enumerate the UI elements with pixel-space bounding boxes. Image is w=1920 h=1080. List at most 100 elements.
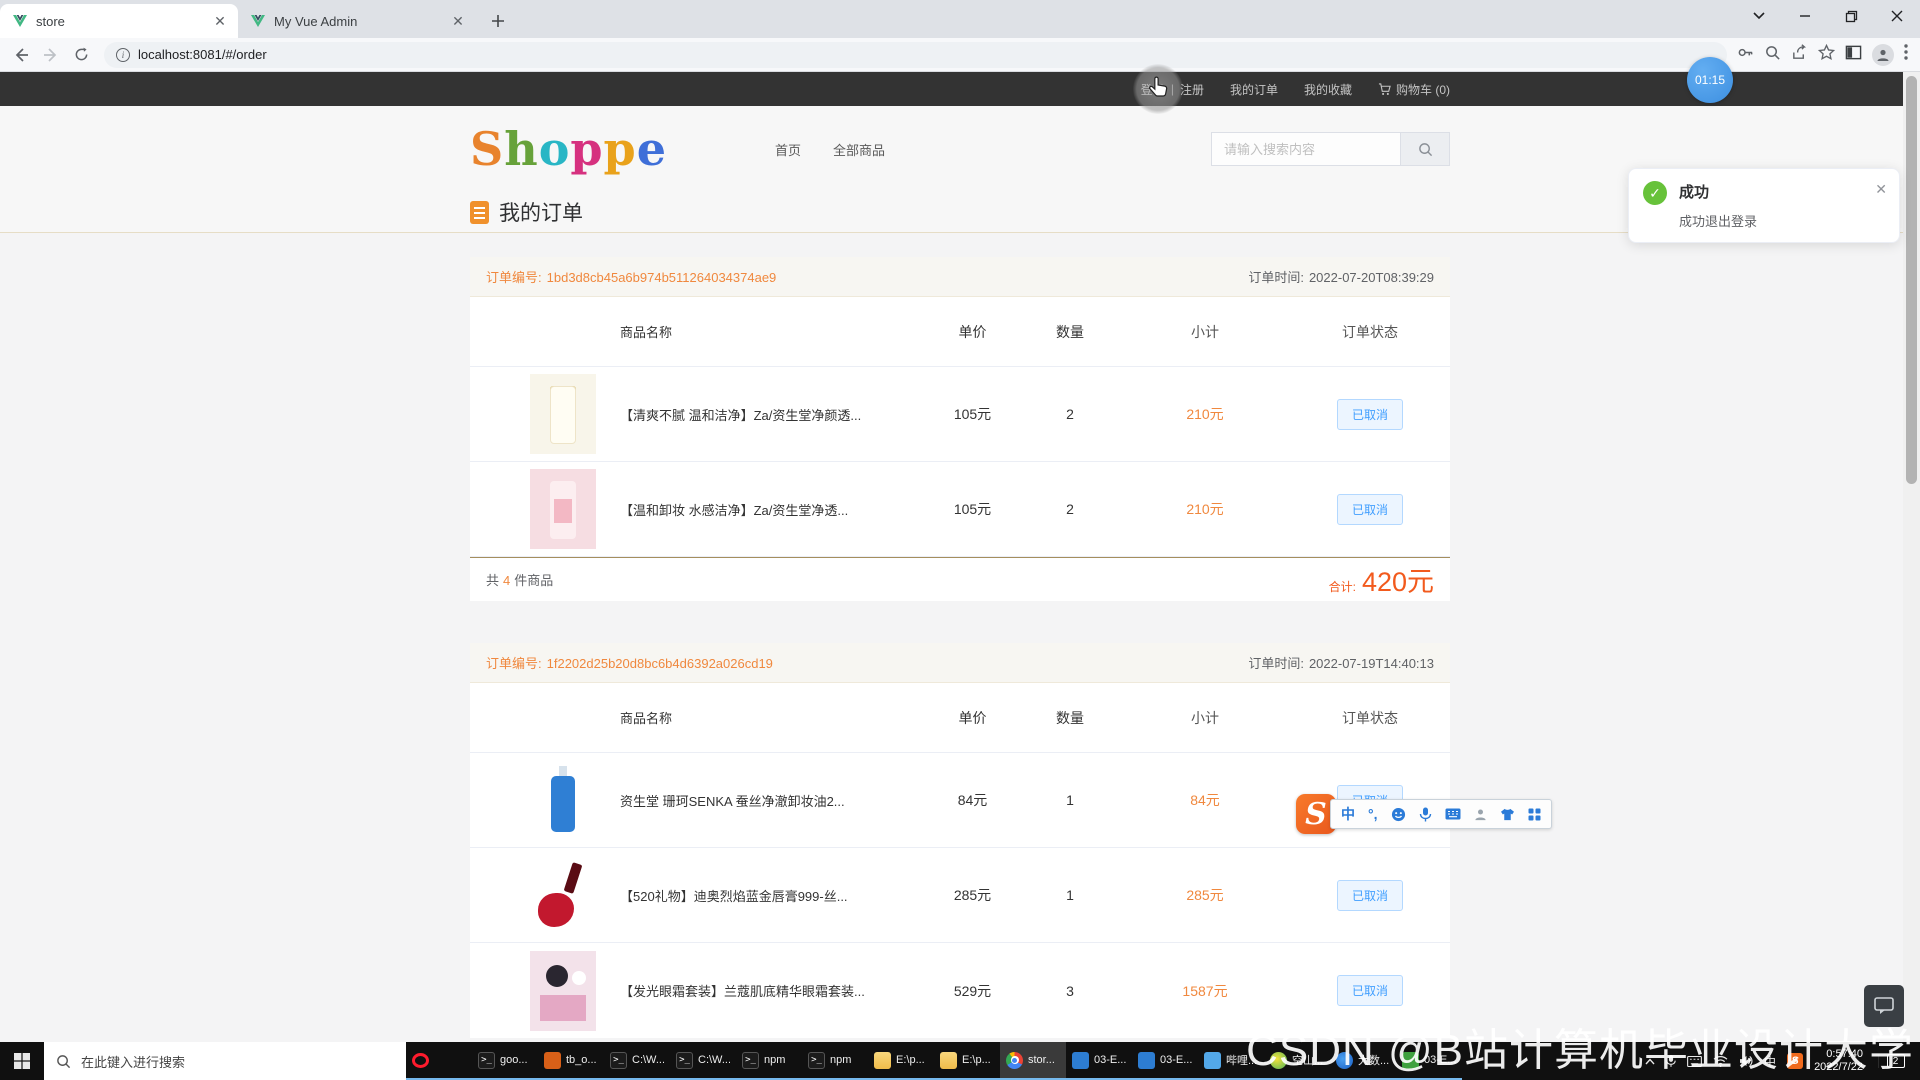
wifi-icon[interactable] (1713, 1055, 1728, 1067)
tab-close-icon[interactable]: ✕ (212, 13, 228, 29)
product-name[interactable]: 【发光眼霜套装】兰蔻肌底精华眼霜套装... (620, 981, 925, 1000)
menu-home-link[interactable]: 首页 (775, 140, 801, 159)
register-link[interactable]: 注册 (1180, 81, 1204, 98)
status-badge[interactable]: 已取消 (1336, 493, 1403, 525)
taskbar-app[interactable]: E:\p... (934, 1042, 1000, 1080)
taskbar-app[interactable]: >_ npm (802, 1042, 868, 1080)
clock-time: 0:57:40 (1826, 1048, 1863, 1060)
ime-voice-icon[interactable] (1419, 807, 1432, 822)
taskbar-app[interactable]: 哔哩... (1198, 1042, 1264, 1080)
reload-icon[interactable] (68, 42, 94, 68)
product-name[interactable]: 【清爽不腻 温和洁净】Za/资生堂净颜透... (620, 405, 925, 424)
subtotal: 84元 (1190, 792, 1220, 808)
product-image[interactable] (530, 950, 596, 1031)
tab-my-vue-admin[interactable]: My Vue Admin ✕ (238, 4, 476, 38)
ime-account-icon[interactable] (1474, 808, 1487, 821)
toast-close-icon[interactable]: ✕ (1875, 181, 1887, 198)
tab-close-icon[interactable]: ✕ (450, 13, 466, 29)
ime-skin-icon[interactable] (1500, 808, 1515, 821)
search-icon (57, 1054, 71, 1068)
ime-toolbox-icon[interactable] (1528, 808, 1541, 821)
taskbar-app-chrome-store[interactable]: stor... (1000, 1042, 1066, 1080)
bookmark-star-icon[interactable] (1817, 43, 1836, 66)
order-number: 订单编号: 1bd3d8cb45a6b974b511264034374ae9 (486, 270, 777, 285)
order-time: 订单时间: 2022-07-20T08:39:29 (1248, 270, 1434, 285)
close-window-button[interactable] (1874, 0, 1920, 32)
topnav-favorites-link[interactable]: 我的收藏 (1304, 81, 1352, 98)
ime-keyboard-icon[interactable] (1445, 808, 1461, 820)
cart-link[interactable]: 购物车 (0) (1378, 81, 1450, 98)
col-order-status: 订单状态 (1342, 709, 1398, 726)
page-scrollbar[interactable] (1903, 72, 1920, 1042)
taskbar-app[interactable]: >_ C:\W... (604, 1042, 670, 1080)
product-name[interactable]: 【温和卸妆 水感洁净】Za/资生堂净透... (620, 500, 925, 519)
search-button[interactable] (1401, 132, 1450, 166)
taskbar-app[interactable]: >_ goo... (472, 1042, 538, 1080)
taskbar-app[interactable]: 03-E... (1066, 1042, 1132, 1080)
sogou-tray-icon[interactable]: S (1787, 1053, 1804, 1069)
scrollbar-thumb[interactable] (1906, 76, 1917, 484)
browser-menu-icon[interactable] (1904, 44, 1908, 65)
product-image[interactable] (530, 760, 596, 840)
status-badge[interactable]: 已取消 (1336, 879, 1403, 911)
taskbar-clock[interactable]: 0:57:40 2022/7/22 (1814, 1048, 1867, 1074)
tab-search-chevron-icon[interactable] (1736, 0, 1782, 32)
recording-timer-badge[interactable]: 01:15 (1687, 57, 1733, 103)
taskbar-app-opera[interactable] (406, 1042, 472, 1080)
url-text[interactable]: localhost:8081/#/order (138, 47, 267, 62)
mic-icon[interactable] (1666, 1054, 1676, 1068)
product-name[interactable]: 资生堂 珊珂SENKA 蚕丝净澈卸妆油2... (620, 791, 925, 810)
product-image[interactable] (530, 469, 596, 549)
site-info-icon[interactable]: i (116, 47, 130, 62)
action-center-button[interactable]: 2 (1878, 1054, 1912, 1068)
tab-title: store (36, 13, 65, 29)
tray-expand-icon[interactable] (1645, 1057, 1655, 1065)
taskbar-app[interactable]: 空山... (1264, 1042, 1330, 1080)
tab-store[interactable]: store ✕ (0, 4, 238, 38)
status-badge[interactable]: 已取消 (1336, 975, 1403, 1006)
ime-toolbar[interactable]: S 中 °, (1296, 794, 1552, 834)
search-input[interactable] (1211, 132, 1401, 166)
toast-message: 成功退出登录 (1679, 214, 1758, 229)
topnav-my-orders-link[interactable]: 我的订单 (1230, 81, 1278, 98)
address-bar[interactable]: i localhost:8081/#/order (104, 41, 1727, 68)
side-panel-icon[interactable] (1845, 44, 1862, 66)
ime-lang-indicator[interactable]: 中 (1764, 1053, 1776, 1070)
new-tab-button[interactable] (484, 7, 512, 35)
back-icon[interactable] (8, 42, 34, 68)
taskbar-app[interactable]: 03-E... (1132, 1042, 1198, 1080)
taskbar-search[interactable]: 在此键入进行搜索 (44, 1042, 406, 1080)
menu-all-products-link[interactable]: 全部商品 (833, 140, 885, 159)
maximize-button[interactable] (1828, 0, 1874, 32)
product-name[interactable]: 【520礼物】迪奥烈焰蓝金唇膏999-丝... (620, 886, 925, 905)
share-icon[interactable] (1791, 43, 1808, 66)
order-header: 订单编号: 1bd3d8cb45a6b974b511264034374ae9 订单… (470, 257, 1450, 297)
product-image[interactable] (530, 855, 596, 935)
taskbar-app[interactable]: E:\p... (868, 1042, 934, 1080)
order-number: 订单编号: 1f2202d25b20d8bc6b4d6392a026cd19 (486, 656, 773, 671)
minimize-button[interactable] (1782, 0, 1828, 32)
password-key-icon[interactable] (1737, 44, 1754, 66)
ime-emoji-icon[interactable] (1391, 807, 1406, 822)
shoppe-logo[interactable]: Shoppe (470, 122, 667, 176)
ime-punctuation-icon[interactable]: °, (1368, 806, 1378, 822)
volume-icon[interactable] (1739, 1055, 1753, 1067)
forward-icon[interactable] (38, 42, 64, 68)
taskbar-app[interactable]: 大数... (1330, 1042, 1396, 1080)
taskbar-app[interactable]: tb_o... (538, 1042, 604, 1080)
quantity: 3 (1066, 982, 1074, 999)
zoom-icon[interactable] (1764, 44, 1781, 66)
site-search (1211, 132, 1450, 166)
taskbar-app[interactable]: >_ npm (736, 1042, 802, 1080)
status-badge[interactable]: 已取消 (1336, 398, 1403, 430)
product-image[interactable] (530, 374, 596, 454)
quantity: 2 (1066, 501, 1074, 517)
success-check-icon: ✓ (1643, 181, 1667, 205)
touch-keyboard-icon[interactable] (1687, 1055, 1702, 1067)
profile-avatar[interactable] (1872, 43, 1894, 66)
floating-chat-widget[interactable] (1864, 985, 1904, 1027)
ime-chinese-mode-icon[interactable]: 中 (1341, 804, 1355, 824)
taskbar-app[interactable]: 03-E... (1396, 1042, 1462, 1080)
start-button[interactable] (0, 1042, 44, 1080)
taskbar-app[interactable]: >_ C:\W... (670, 1042, 736, 1080)
